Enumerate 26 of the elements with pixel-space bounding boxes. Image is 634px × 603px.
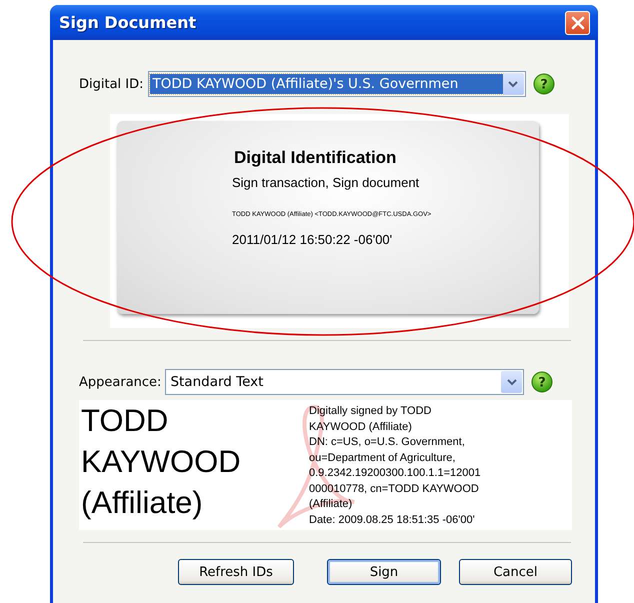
dialog-button[interactable]: Cancel [459, 559, 572, 585]
signature-detail-line: 000010778, cn=TODD KAYWOOD [309, 482, 480, 496]
signature-detail-line: 0.9.2342.19200300.100.1.1=12001 [309, 466, 481, 481]
card-date: 2011/01/12 16:50:22 -06'00' [232, 232, 394, 247]
close-button[interactable] [565, 10, 590, 34]
digital-id-label: Digital ID: [79, 76, 144, 92]
appearance-dropdown[interactable]: Standard Text [165, 369, 524, 395]
signer-name-line: (Affiliate) [81, 484, 204, 522]
signature-detail-line: Date: 2009.08.25 18:51:35 -06'00' [309, 512, 476, 528]
appearance-label: Appearance: [79, 374, 162, 390]
dialog-button[interactable]: Refresh IDs [178, 559, 294, 585]
help-icon[interactable]: ? [532, 73, 555, 95]
close-icon [570, 16, 584, 30]
signer-name-line: KAYWOOD [81, 443, 242, 481]
window-title: Sign Document [59, 13, 196, 32]
signer-name-line: TODD [81, 402, 170, 440]
card-title: Digital Identification [234, 148, 398, 168]
digital-id-dropdown[interactable]: TODD KAYWOOD (Affiliate)'s U.S. Governmen [148, 71, 526, 97]
signature-detail-line: ou=Department of Agriculture, [309, 450, 456, 466]
dialog-button[interactable]: Sign [327, 559, 441, 585]
signature-detail-line: Digitally signed by TODD [309, 404, 432, 419]
signature-detail-line: DN: c=US, o=U.S. Government, [309, 435, 466, 450]
card-usage: Sign transaction, Sign document [232, 175, 420, 190]
help-icon[interactable]: ? [531, 371, 554, 393]
signature-detail-line: (Affiliate) [309, 497, 354, 512]
signature-detail-line: KAYWOOD (Affiliate) [309, 420, 413, 434]
